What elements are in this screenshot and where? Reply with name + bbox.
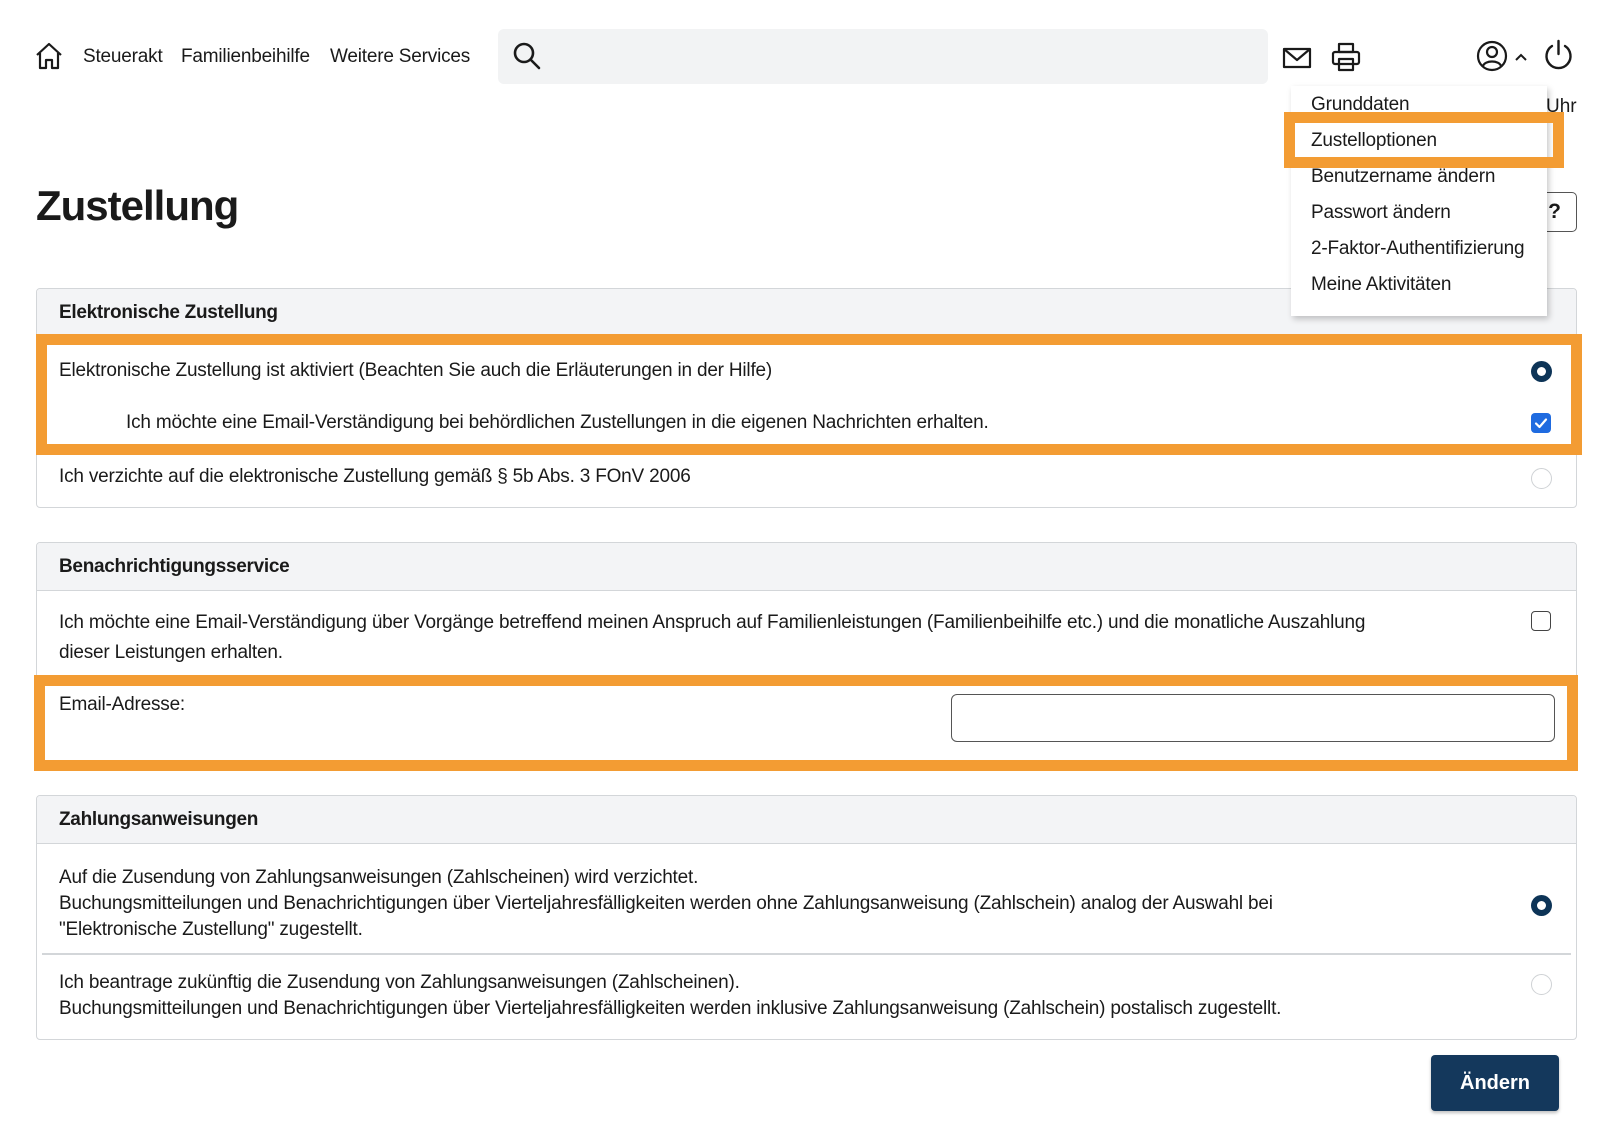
checkbox-notification-service[interactable] [1531, 611, 1551, 631]
mail-icon[interactable] [1282, 46, 1312, 70]
panel-header: Benachrichtigungsservice [37, 543, 1576, 591]
radio-payment-request[interactable] [1531, 974, 1552, 995]
row-divider [42, 953, 1571, 955]
menu-item-meine-aktivitaeten[interactable]: Meine Aktivitäten [1311, 274, 1451, 296]
option-payment-waive-line3: "Elektronische Zustellung" zugestellt. [59, 919, 363, 940]
help-button-label: ? [1548, 200, 1561, 223]
search-icon[interactable] [512, 41, 542, 71]
nav-link-steuerakt[interactable]: Steuerakt [83, 46, 163, 68]
user-icon[interactable] [1476, 40, 1508, 72]
radio-electronic-waive[interactable] [1531, 468, 1552, 489]
email-field[interactable] [951, 694, 1555, 742]
menu-item-2-faktor[interactable]: 2-Faktor-Authentifizierung [1311, 238, 1525, 260]
option-notification-line2: dieser Leistungen erhalten. [59, 642, 283, 663]
checkbox-email-notification[interactable] [1531, 413, 1551, 433]
user-dropdown-menu: Grunddaten Zustelloptionen Benutzername … [1291, 86, 1547, 316]
option-email-notification: Ich möchte eine Email-Verständigung bei … [126, 412, 989, 433]
option-electronic-waive: Ich verzichte auf die elektronische Zust… [59, 466, 691, 487]
option-payment-waive-line1: Auf die Zusendung von Zahlungsanweisunge… [59, 867, 699, 888]
radio-payment-waive[interactable] [1531, 895, 1552, 916]
option-notification-line1: Ich möchte eine Email-Verständigung über… [59, 612, 1366, 633]
option-electronic-activated: Elektronische Zustellung ist aktiviert (… [59, 360, 773, 381]
nav-link-weitere-services[interactable]: Weitere Services [330, 46, 470, 68]
email-label: Email-Adresse: [59, 694, 186, 715]
radio-electronic-activated[interactable] [1531, 361, 1552, 382]
option-payment-waive-line2: Buchungsmitteilungen und Benachrichtigun… [59, 893, 1273, 914]
check-icon [1534, 418, 1548, 429]
panel-header: Zahlungsanweisungen [37, 796, 1576, 844]
menu-item-passwort-aendern[interactable]: Passwort ändern [1311, 202, 1451, 224]
option-payment-request-line1: Ich beantrage zukünftig die Zusendung vo… [59, 972, 740, 993]
menu-item-benutzername-aendern[interactable]: Benutzername ändern [1311, 166, 1495, 188]
power-icon[interactable] [1542, 39, 1575, 72]
page-title: Zustellung [36, 182, 239, 229]
print-icon[interactable] [1331, 42, 1361, 72]
home-icon[interactable] [34, 41, 64, 71]
search-input[interactable] [554, 37, 1254, 77]
aendern-button[interactable]: Ändern [1431, 1055, 1559, 1111]
panel-title-payment: Zahlungsanweisungen [59, 809, 259, 830]
menu-item-zustelloptionen[interactable]: Zustelloptionen [1311, 130, 1437, 152]
search-bar [498, 29, 1268, 84]
chevron-up-icon[interactable] [1514, 52, 1528, 62]
option-payment-request-line2: Buchungsmitteilungen und Benachrichtigun… [59, 998, 1282, 1019]
panel-title-electronic: Elektronische Zustellung [59, 302, 278, 323]
nav-link-familienbeihilfe[interactable]: Familienbeihilfe [181, 46, 310, 68]
header-time-text: Uhr [1546, 96, 1577, 117]
menu-item-grunddaten[interactable]: Grunddaten [1311, 94, 1410, 116]
panel-title-notification: Benachrichtigungsservice [59, 556, 290, 577]
